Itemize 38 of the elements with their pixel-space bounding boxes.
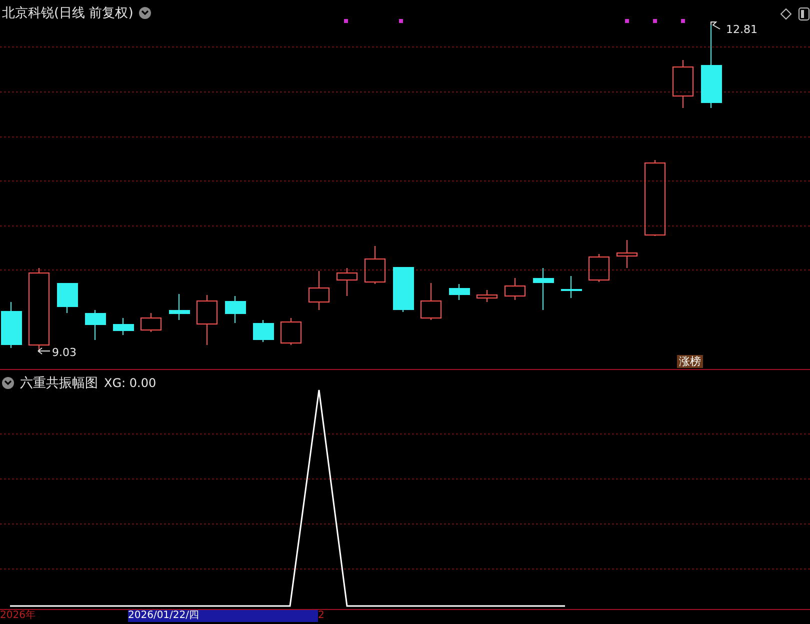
candlestick (1, 302, 22, 348)
time-axis-label: 2026年 (0, 610, 36, 622)
high-price-label: 12.81 (726, 23, 758, 36)
indicator-reading: XG: 0.00 (104, 376, 156, 390)
candlestick (140, 312, 162, 332)
candlestick (364, 246, 386, 284)
candlestick (280, 318, 302, 346)
dropdown-icon[interactable] (2, 377, 14, 390)
chart-title: 北京科锐(日线 前复权) (2, 5, 134, 22)
low-marker-icon (38, 348, 50, 354)
candlestick (476, 290, 498, 302)
candlestick (57, 282, 78, 314)
candlestick (169, 294, 190, 320)
high-marker-icon (710, 22, 720, 30)
candlestick (672, 60, 694, 108)
time-axis-label: 2 (318, 610, 326, 622)
candlestick (504, 278, 526, 300)
candlestick (308, 270, 330, 310)
candlestick (561, 276, 582, 298)
candlestick (113, 318, 134, 336)
candlestick (196, 294, 218, 346)
indicator-title: 六重共振幅图 (20, 375, 98, 392)
panel-toggle-icon[interactable] (798, 8, 810, 20)
candlestick (225, 296, 246, 324)
candlestick (449, 284, 470, 300)
candlestick (336, 268, 358, 296)
candlestick (420, 282, 442, 320)
candlestick (616, 240, 638, 268)
rank-badge: 涨榜 (677, 355, 703, 368)
candlestick (393, 266, 414, 312)
candlestick (533, 268, 554, 310)
time-axis-label: 2026/01/22/四 (128, 610, 318, 622)
candlestick (253, 320, 274, 342)
low-price-label: 9.03 (52, 346, 76, 359)
candlestick (85, 310, 106, 340)
candlestick (588, 254, 610, 282)
diamond-icon[interactable] (780, 8, 792, 20)
dropdown-icon[interactable] (139, 7, 152, 19)
